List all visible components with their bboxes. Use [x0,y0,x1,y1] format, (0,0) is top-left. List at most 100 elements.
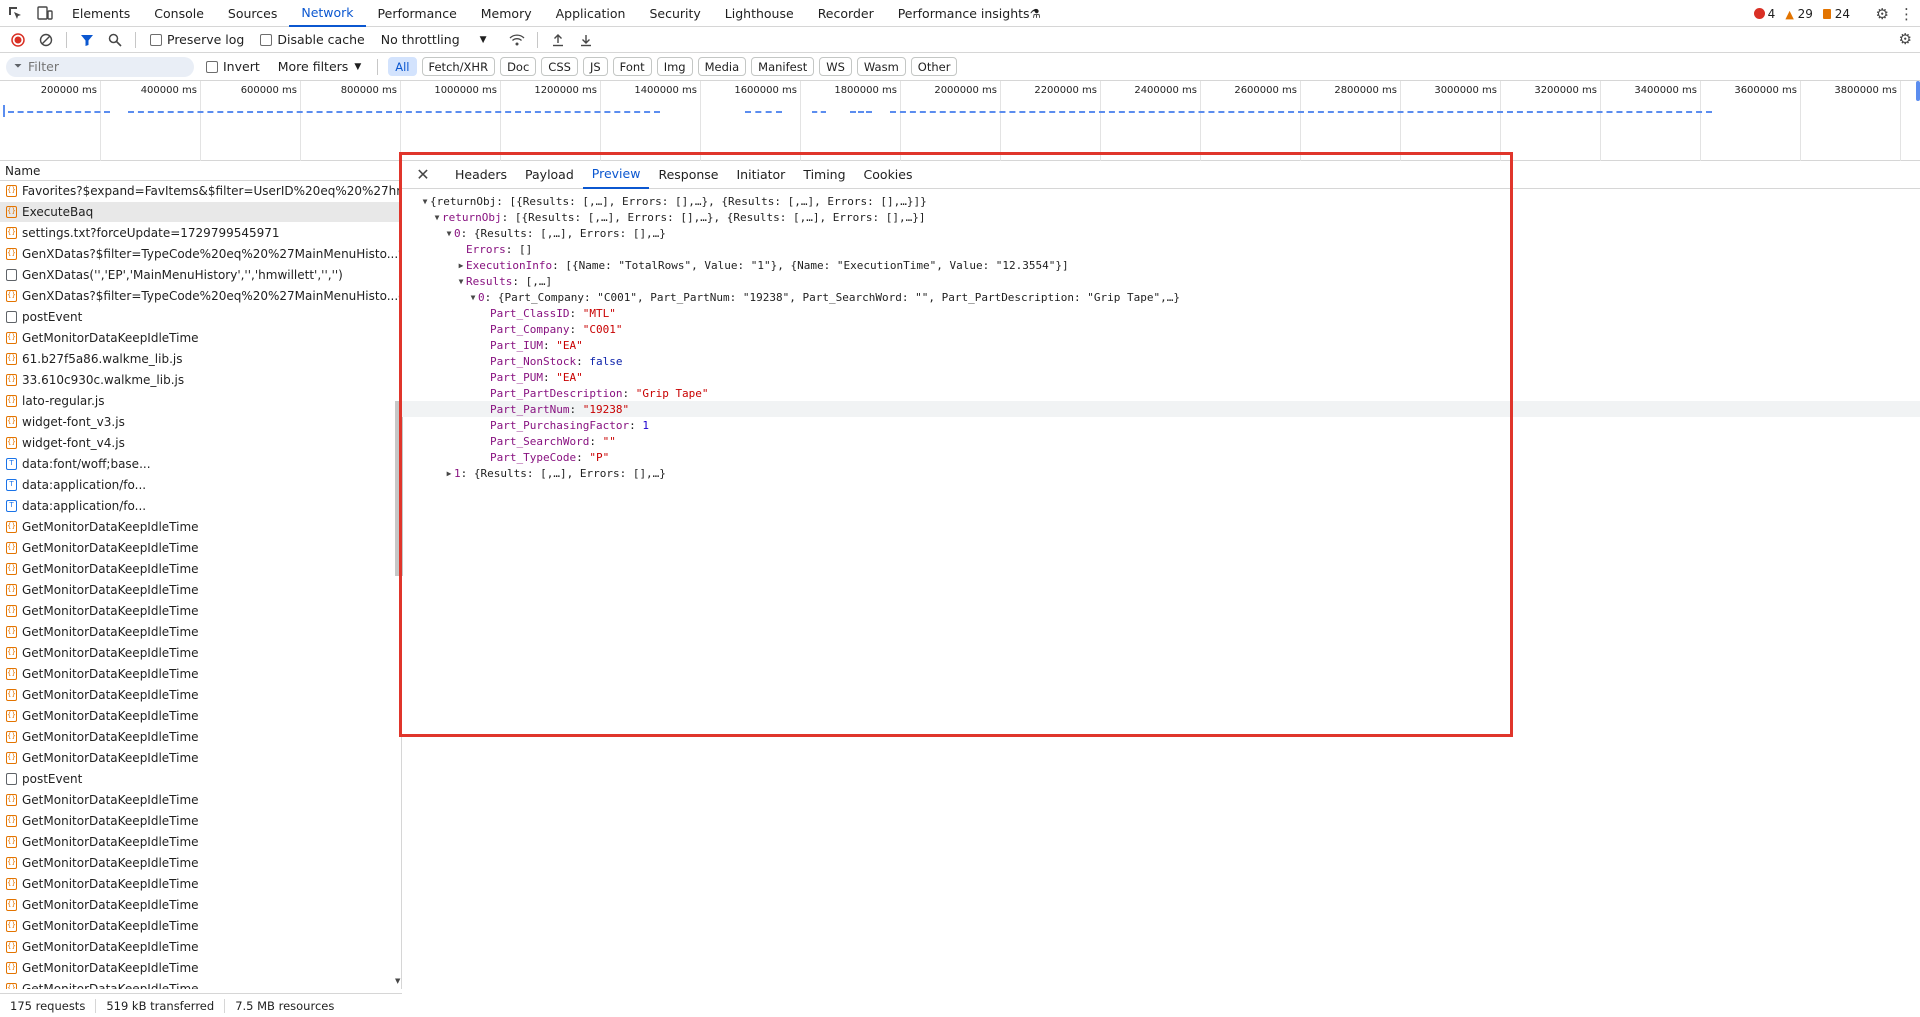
request-row[interactable]: {} GetMonitorDataKeepIdleTime [0,643,401,664]
request-row[interactable]: Tdata:application/fo... [0,496,401,517]
tab-console[interactable]: Console [142,0,216,27]
filter-chip-ws[interactable]: WS [819,57,852,76]
expand-triangle-open-icon[interactable]: ▼ [432,213,442,222]
disable-cache-checkbox[interactable]: Disable cache [260,32,365,47]
request-row[interactable]: {} 61.b27f5a86.walkme_lib.js [0,349,401,370]
request-row[interactable]: {} GetMonitorDataKeepIdleTime [0,706,401,727]
filter-chip-fetchxhr[interactable]: Fetch/XHR [421,57,496,76]
request-row[interactable]: {} GetMonitorDataKeepIdleTime [0,685,401,706]
json-tree-node[interactable]: ▶ ExecutionInfo: [{Name: "TotalRows", Val… [402,257,1920,273]
request-row[interactable]: {} GenXDatas?$filter=TypeCode%20eq%20%27M… [0,244,401,265]
tab-recorder[interactable]: Recorder [806,0,886,27]
request-row[interactable]: {} widget-font_v4.js [0,433,401,454]
export-har-icon[interactable] [574,29,598,51]
device-toolbar-icon[interactable] [30,0,60,27]
request-row[interactable]: {} GetMonitorDataKeepIdleTime [0,937,401,958]
tab-network[interactable]: Network [289,0,366,27]
request-row[interactable]: {} widget-font_v3.js [0,412,401,433]
settings-gear-icon[interactable]: ⚙ [1876,5,1889,23]
request-row[interactable]: Tdata:font/woff;base... [0,454,401,475]
detail-tab-payload[interactable]: Payload [516,161,583,189]
request-row[interactable]: {} GetMonitorDataKeepIdleTime [0,622,401,643]
request-row[interactable]: {} GetMonitorDataKeepIdleTime [0,790,401,811]
error-count[interactable]: 4 [1753,7,1775,21]
detail-tab-initiator[interactable]: Initiator [728,161,795,189]
filter-chip-css[interactable]: CSS [541,57,578,76]
request-row[interactable]: {} GetMonitorDataKeepIdleTime [0,895,401,916]
json-tree-node[interactable]: ▼ {returnObj: [{Results: [,…], Errors: []… [402,193,1920,209]
tab-security[interactable]: Security [637,0,712,27]
filter-chip-media[interactable]: Media [697,57,747,76]
inspect-element-icon[interactable] [0,0,30,27]
warning-count[interactable]: ▲ 29 [1785,7,1813,21]
request-row[interactable]: {} GetMonitorDataKeepIdleTime [0,601,401,622]
request-row[interactable]: {} lato-regular.js [0,391,401,412]
json-tree-node[interactable]: ▼ 0: {Part_Company: "C001", Part_PartNum:… [402,289,1920,305]
expand-triangle-open-icon[interactable]: ▼ [444,229,454,238]
tab-elements[interactable]: Elements [60,0,142,27]
expand-triangle-closed-icon[interactable]: ▶ [456,261,466,270]
expand-triangle-open-icon[interactable]: ▼ [468,293,478,302]
json-tree-node[interactable]: ▼ 0: {Results: [,…], Errors: [],…} [402,225,1920,241]
request-row[interactable]: {} GetMonitorDataKeepIdleTime [0,979,401,989]
json-tree-node[interactable]: ▼ returnObj: [{Results: [,…], Errors: [],… [402,209,1920,225]
request-row[interactable]: {} GetMonitorDataKeepIdleTime [0,874,401,895]
request-row[interactable]: {} Favorites?$expand=FavItems&$filter=Use… [0,181,401,202]
filter-chip-wasm[interactable]: Wasm [856,57,906,76]
info-count[interactable]: 24 [1822,7,1850,21]
timeline-range-handle[interactable] [1916,81,1920,101]
filter-funnel-icon[interactable] [75,29,99,51]
name-column-header[interactable]: Name [0,161,401,181]
request-row[interactable]: {} GetMonitorDataKeepIdleTime [0,664,401,685]
invert-checkbox[interactable]: Invert [206,59,260,74]
stop-recording-icon[interactable] [6,29,30,51]
expand-triangle-closed-icon[interactable]: ▶ [444,469,454,478]
issues-counter[interactable]: 4 ▲ 29 24 [1753,0,1850,27]
request-row[interactable]: {} GetMonitorDataKeepIdleTime [0,328,401,349]
request-row[interactable]: {} GetMonitorDataKeepIdleTime [0,916,401,937]
import-har-icon[interactable] [546,29,570,51]
json-tree-node[interactable]: ▶ 1: {Results: [,…], Errors: [],…} [402,465,1920,481]
request-row[interactable]: {} 33.610c930c.walkme_lib.js [0,370,401,391]
close-icon[interactable]: ✕ [412,164,434,186]
request-row[interactable]: {} settings.txt?forceUpdate=1729799545971 [0,223,401,244]
request-row[interactable]: {} GetMonitorDataKeepIdleTime [0,580,401,601]
request-row[interactable]: {} GetMonitorDataKeepIdleTime [0,538,401,559]
tab-application[interactable]: Application [544,0,638,27]
more-filters-dropdown[interactable]: More filters ▼ [278,59,361,74]
preserve-log-checkbox[interactable]: Preserve log [150,32,244,47]
network-conditions-icon[interactable] [505,29,529,51]
detail-tab-timing[interactable]: Timing [794,161,854,189]
scroll-down-arrow-icon[interactable]: ▼ [395,977,400,985]
request-row[interactable]: {} GenXDatas?$filter=TypeCode%20eq%20%27M… [0,286,401,307]
tab-lighthouse[interactable]: Lighthouse [713,0,806,27]
filter-chip-doc[interactable]: Doc [500,57,537,76]
request-row[interactable]: {} GetMonitorDataKeepIdleTime [0,958,401,979]
json-tree-node[interactable]: ▼ Results: [,…] [402,273,1920,289]
request-row[interactable]: GenXDatas('','EP','MainMenuHistory','','… [0,265,401,286]
request-row[interactable]: {} GetMonitorDataKeepIdleTime [0,517,401,538]
detail-tab-cookies[interactable]: Cookies [855,161,922,189]
throttling-select[interactable]: No throttling ▼ [381,32,487,47]
clear-icon[interactable] [34,29,58,51]
filter-chip-img[interactable]: Img [656,57,693,76]
preserve-log-box[interactable] [150,33,162,46]
network-overview-timeline[interactable]: 200000 ms 400000 ms 600000 ms 800000 ms 1000… [0,81,1920,161]
disable-cache-box[interactable] [260,33,273,46]
filter-input-container[interactable]: ⏷ [6,56,194,77]
tab-memory[interactable]: Memory [469,0,544,27]
network-settings-gear-icon[interactable]: ⚙ [1899,30,1912,48]
filter-chip-other[interactable]: Other [910,57,958,76]
tab-sources[interactable]: Sources [216,0,289,27]
filter-chip-manifest[interactable]: Manifest [751,57,815,76]
request-row[interactable]: {} GetMonitorDataKeepIdleTime [0,559,401,580]
tab-performance[interactable]: Performance [366,0,469,27]
detail-tab-preview[interactable]: Preview [582,161,650,189]
expand-triangle-open-icon[interactable]: ▼ [420,197,430,206]
request-row[interactable]: {} GetMonitorDataKeepIdleTime [0,811,401,832]
request-row[interactable]: postEvent [0,307,401,328]
request-row[interactable]: {} GetMonitorDataKeepIdleTime [0,727,401,748]
more-options-icon[interactable]: ⋮ [1899,5,1914,23]
detail-tab-response[interactable]: Response [649,161,727,189]
expand-triangle-open-icon[interactable]: ▼ [456,277,466,286]
